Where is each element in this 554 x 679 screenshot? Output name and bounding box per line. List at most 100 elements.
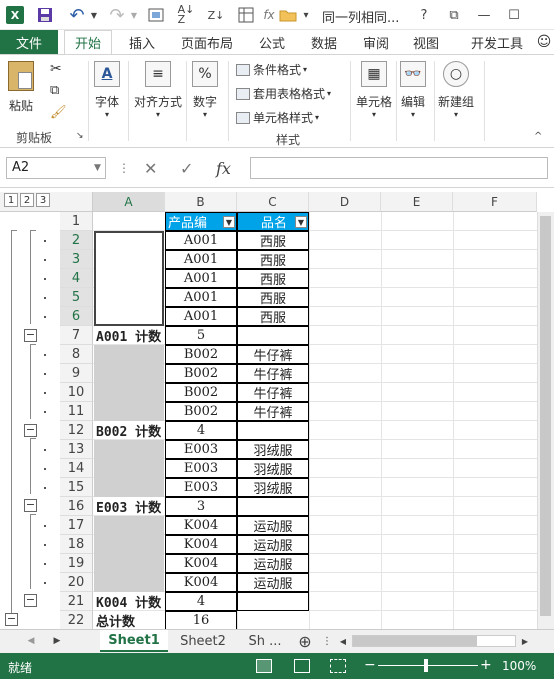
next-sheet-button[interactable]: ▶: [48, 630, 66, 652]
help-button[interactable]: ?: [414, 5, 434, 25]
cell-b9[interactable]: B002: [165, 364, 237, 383]
page-layout-view-icon[interactable]: [294, 659, 310, 673]
prev-sheet-button[interactable]: ◀: [22, 630, 40, 652]
header-cell-b1[interactable]: 产品编 ▼: [165, 212, 237, 231]
cell-b7[interactable]: 5: [165, 326, 237, 345]
cell-b5[interactable]: A001: [165, 288, 237, 307]
save-icon[interactable]: [34, 5, 56, 25]
zoom-level[interactable]: 100%: [502, 659, 536, 673]
cell-c10[interactable]: 牛仔裤: [237, 383, 309, 402]
row-header-6[interactable]: 6: [60, 307, 93, 326]
account-icon[interactable]: ☺: [536, 30, 552, 54]
row-header-16[interactable]: 16: [60, 497, 93, 516]
name-box-dropdown-icon[interactable]: ▼: [94, 157, 101, 179]
new-group-button[interactable]: ○ 新建组 ▾: [438, 61, 474, 119]
row-header-10[interactable]: 10: [60, 383, 93, 402]
column-header-d[interactable]: D: [309, 192, 381, 212]
tab-developer[interactable]: 开发工具: [462, 30, 532, 54]
collapse-group-total[interactable]: −: [5, 613, 18, 626]
sheet-tab-sheet2[interactable]: Sheet2: [172, 630, 234, 652]
cell-b3[interactable]: A001: [165, 250, 237, 269]
cells-button[interactable]: ▦ 单元格 ▾: [356, 61, 392, 119]
column-header-e[interactable]: E: [381, 192, 453, 212]
outline-level-1[interactable]: 1: [4, 193, 18, 207]
conditional-format-button[interactable]: 条件格式 ▾: [236, 61, 307, 78]
cell-b14[interactable]: E003: [165, 459, 237, 478]
row-header-7[interactable]: 7: [60, 326, 93, 345]
cell-a21[interactable]: K004 计数: [94, 592, 166, 611]
undo-icon[interactable]: ↶: [66, 5, 88, 26]
tab-view[interactable]: 视图: [406, 30, 446, 54]
outline-level-3[interactable]: 3: [36, 193, 50, 207]
merged-cell-a8[interactable]: [94, 345, 164, 421]
cell-a12[interactable]: B002 计数: [94, 421, 166, 440]
cell-a7[interactable]: A001 计数: [94, 326, 166, 345]
add-sheet-button[interactable]: ⊕: [294, 630, 316, 652]
undo-dropdown-icon[interactable]: ▼: [88, 5, 100, 25]
maximize-button[interactable]: ☐: [504, 5, 524, 25]
cell-c16[interactable]: [237, 497, 309, 516]
qat-customize-icon[interactable]: ▾: [300, 5, 312, 25]
paste-button[interactable]: 粘贴: [8, 61, 34, 114]
cell-b21[interactable]: 4: [165, 592, 237, 611]
zoom-slider-thumb[interactable]: [424, 659, 428, 672]
row-header-12[interactable]: 12: [60, 421, 93, 440]
cell-c3[interactable]: 西服: [237, 250, 309, 269]
cell-b12[interactable]: 4: [165, 421, 237, 440]
cell-b22[interactable]: 16: [165, 611, 237, 629]
excel-logo-icon[interactable]: X: [6, 6, 24, 24]
redo-dropdown-icon[interactable]: ▼: [128, 5, 140, 25]
cell-b10[interactable]: B002: [165, 383, 237, 402]
cell-c21[interactable]: [237, 592, 309, 611]
cell-c11[interactable]: 牛仔裤: [237, 402, 309, 421]
cell-c13[interactable]: 羽绒服: [237, 440, 309, 459]
select-all-corner[interactable]: [60, 192, 93, 212]
cell-b2[interactable]: A001: [165, 231, 237, 250]
outline-level-2[interactable]: 2: [20, 193, 34, 207]
normal-view-icon[interactable]: [256, 659, 272, 673]
row-header-15[interactable]: 15: [60, 478, 93, 497]
row-header-21[interactable]: 21: [60, 592, 93, 611]
folder-icon[interactable]: [278, 5, 298, 25]
cell-b13[interactable]: E003: [165, 440, 237, 459]
row-header-11[interactable]: 11: [60, 402, 93, 421]
filter-dropdown-icon[interactable]: ▼: [295, 216, 307, 228]
row-header-17[interactable]: 17: [60, 516, 93, 535]
filter-dropdown-icon[interactable]: ▼: [223, 216, 235, 228]
collapse-group-b002[interactable]: −: [24, 424, 37, 437]
cell-b16[interactable]: 3: [165, 497, 237, 516]
cell-c19[interactable]: 运动服: [237, 554, 309, 573]
tab-review[interactable]: 审阅: [356, 30, 396, 54]
tab-home[interactable]: 开始: [64, 30, 112, 54]
zoom-in-button[interactable]: +: [480, 657, 492, 673]
tab-page-layout[interactable]: 页面布局: [172, 30, 242, 54]
table-icon[interactable]: [236, 5, 256, 25]
insert-function-button[interactable]: fx: [216, 157, 231, 179]
merged-cell-a17[interactable]: [94, 516, 164, 592]
cell-b4[interactable]: A001: [165, 269, 237, 288]
collapse-ribbon-icon[interactable]: ^: [534, 131, 542, 142]
cell-c7[interactable]: [237, 326, 309, 345]
cell-c18[interactable]: 运动服: [237, 535, 309, 554]
cut-icon[interactable]: ✂: [50, 61, 62, 77]
cell-b17[interactable]: K004: [165, 516, 237, 535]
cell-c9[interactable]: 牛仔裤: [237, 364, 309, 383]
column-header-a[interactable]: A: [93, 192, 165, 212]
column-header-c[interactable]: C: [237, 192, 309, 212]
cell-b8[interactable]: B002: [165, 345, 237, 364]
cell-c14[interactable]: 羽绒服: [237, 459, 309, 478]
redo-icon[interactable]: ↷: [106, 5, 128, 26]
row-header-8[interactable]: 8: [60, 345, 93, 364]
row-header-9[interactable]: 9: [60, 364, 93, 383]
tab-data[interactable]: 数据: [304, 30, 344, 54]
row-header-13[interactable]: 13: [60, 440, 93, 459]
cell-b6[interactable]: A001: [165, 307, 237, 326]
header-cell-c1[interactable]: 品名 ▼: [237, 212, 309, 231]
row-header-4[interactable]: 4: [60, 269, 93, 288]
row-header-3[interactable]: 3: [60, 250, 93, 269]
cell-style-button[interactable]: 单元格样式 ▾: [236, 109, 319, 126]
cell-c6[interactable]: 西服: [237, 307, 309, 326]
clipboard-launcher-icon[interactable]: ↘: [76, 131, 84, 141]
cell-c4[interactable]: 西服: [237, 269, 309, 288]
ribbon-display-button[interactable]: ⧉: [444, 5, 464, 25]
